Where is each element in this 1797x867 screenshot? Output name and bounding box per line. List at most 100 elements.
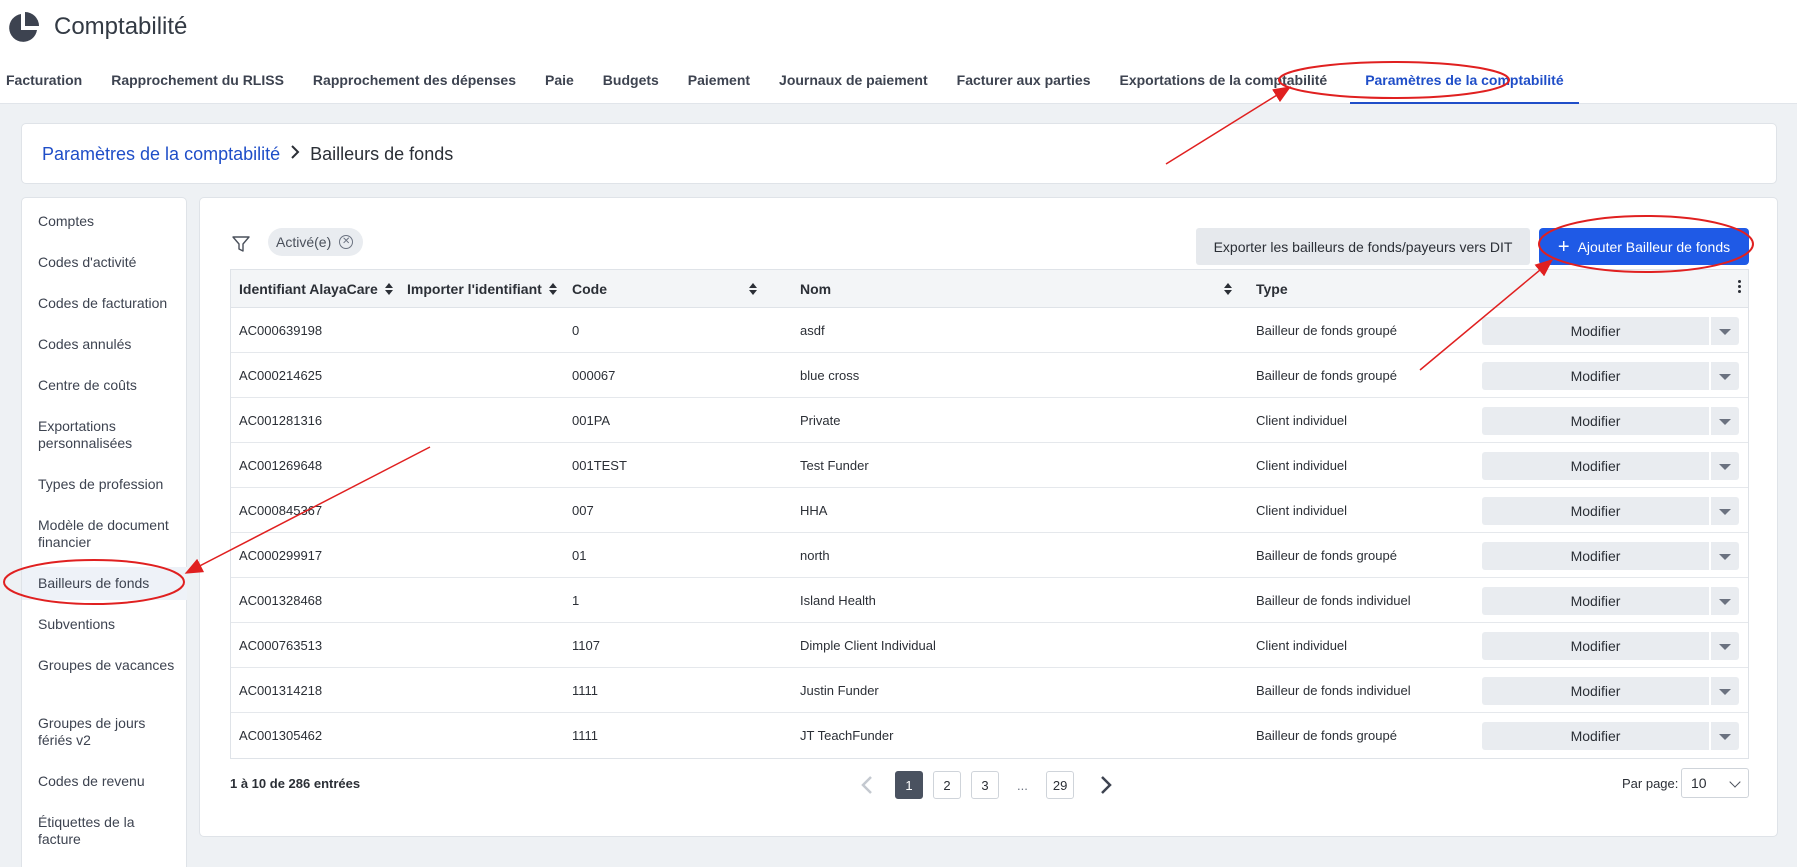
pie-chart-icon: [9, 12, 39, 42]
pagination: 1 2 3 ... 29: [855, 771, 1118, 799]
modify-button[interactable]: Modifier: [1482, 317, 1709, 345]
tab-paiement[interactable]: Paiement: [682, 70, 765, 104]
cell-code: 1107: [572, 638, 600, 653]
funders-table: Identifiant AlayaCare Importer l'identif…: [230, 269, 1749, 759]
tab-rapprochement-depenses[interactable]: Rapprochement des dépenses: [307, 70, 531, 104]
sidebar-item-codes-revenu[interactable]: Codes de revenu: [38, 773, 178, 790]
table-row: AC000845367 007 HHA Client individuel Modifi…: [231, 488, 1748, 533]
tab-paie[interactable]: Paie: [539, 70, 589, 104]
filter-icon[interactable]: [232, 235, 250, 253]
caret-down-icon[interactable]: [1711, 362, 1739, 390]
modify-button[interactable]: Modifier: [1482, 452, 1709, 480]
cell-nom: Justin Funder: [800, 683, 879, 698]
cell-alayacare-id: AC000763513: [239, 638, 323, 653]
column-options-icon[interactable]: [1738, 280, 1742, 296]
breadcrumb-card: Paramètres de la comptabilité Bailleurs …: [21, 123, 1777, 184]
cell-nom: Private: [800, 413, 841, 428]
cell-alayacare-id: AC000214625: [239, 368, 323, 383]
sidebar-item-comptes[interactable]: Comptes: [38, 213, 178, 230]
cell-type: Bailleur de fonds individuel: [1256, 683, 1411, 698]
cell-alayacare-id: AC000639198: [239, 323, 323, 338]
page-button[interactable]: 1: [895, 771, 923, 799]
caret-down-icon[interactable]: [1711, 497, 1739, 525]
page-button[interactable]: 29: [1045, 771, 1075, 799]
sidebar-item-codes-annules[interactable]: Codes annulés: [38, 336, 178, 353]
cell-alayacare-id: AC001314218: [239, 683, 323, 698]
cell-alayacare-id: AC001305462: [239, 728, 323, 743]
caret-down-icon[interactable]: [1711, 632, 1739, 660]
sidebar-item-codes-activite[interactable]: Codes d'activité: [38, 254, 178, 271]
caret-down-icon[interactable]: [1711, 587, 1739, 615]
chevron-left-icon[interactable]: [855, 771, 879, 799]
row-action-group: Modifier: [1482, 632, 1739, 660]
cell-nom: Test Funder: [800, 458, 869, 473]
cell-type: Client individuel: [1256, 413, 1348, 428]
cell-type: Bailleur de fonds individuel: [1256, 593, 1411, 608]
cell-alayacare-id: AC001269648: [239, 458, 323, 473]
sidebar-item-modele-document[interactable]: Modèle de document financier: [38, 517, 178, 551]
row-action-group: Modifier: [1482, 362, 1739, 390]
tab-budgets[interactable]: Budgets: [597, 70, 674, 104]
column-header-alayacare-id[interactable]: Identifiant AlayaCare: [239, 281, 393, 297]
cell-nom: Island Health: [800, 593, 876, 608]
tab-exportations-comptabilite[interactable]: Exportations de la comptabilité: [1113, 70, 1342, 104]
sidebar-item-subventions[interactable]: Subventions: [38, 616, 178, 633]
page-button[interactable]: 2: [933, 771, 961, 799]
per-page-value: 10: [1691, 775, 1707, 791]
sidebar-item-bailleurs-de-fonds[interactable]: Bailleurs de fonds: [22, 567, 187, 600]
modify-button[interactable]: Modifier: [1482, 632, 1709, 660]
sidebar-item-types-profession[interactable]: Types de profession: [38, 476, 178, 493]
cell-code: 001TEST: [572, 458, 627, 473]
tab-journaux-paiement[interactable]: Journaux de paiement: [773, 70, 943, 104]
column-header-code[interactable]: Code: [572, 281, 757, 297]
per-page-label: Par page:: [1622, 776, 1679, 791]
close-circle-icon[interactable]: ✕: [339, 235, 354, 249]
caret-down-icon[interactable]: [1711, 722, 1739, 750]
caret-down-icon[interactable]: [1711, 452, 1739, 480]
sort-icon: [548, 283, 557, 295]
cell-type: Bailleur de fonds groupé: [1256, 368, 1397, 383]
modify-button[interactable]: Modifier: [1482, 407, 1709, 435]
column-header-nom[interactable]: Nom: [800, 281, 1232, 297]
cell-code: 01: [572, 548, 587, 563]
column-header-import-id[interactable]: Importer l'identifiant: [407, 281, 557, 297]
modify-button[interactable]: Modifier: [1482, 677, 1709, 705]
modify-button[interactable]: Modifier: [1482, 362, 1709, 390]
per-page-select[interactable]: 10: [1681, 768, 1749, 798]
tab-facturation[interactable]: Facturation: [0, 70, 97, 104]
sidebar-item-codes-facturation[interactable]: Codes de facturation: [38, 295, 178, 312]
breadcrumb-parent-link[interactable]: Paramètres de la comptabilité: [42, 144, 280, 165]
table-row: AC000763513 1107 Dimple Client Individual C…: [231, 623, 1748, 668]
export-funders-button[interactable]: Exporter les bailleurs de fonds/payeurs …: [1196, 228, 1530, 265]
cell-nom: asdf: [800, 323, 825, 338]
tab-parametres-comptabilite[interactable]: Paramètres de la comptabilité: [1350, 70, 1579, 104]
caret-down-icon[interactable]: [1711, 677, 1739, 705]
sidebar-item-etiquettes-facture[interactable]: Étiquettes de la facture: [38, 814, 178, 848]
main-nav: Facturation Rapprochement du RLISS Rappr…: [0, 70, 1587, 104]
sidebar-item-groupes-jours-feries[interactable]: Groupes de jours fériés v2: [38, 715, 178, 749]
cell-type: Bailleur de fonds groupé: [1256, 323, 1397, 338]
caret-down-icon[interactable]: [1711, 542, 1739, 570]
page-button[interactable]: 3: [971, 771, 999, 799]
sidebar-item-centre-couts[interactable]: Centre de coûts: [38, 377, 178, 394]
row-action-group: Modifier: [1482, 407, 1739, 435]
cell-nom: HHA: [800, 503, 828, 518]
sidebar-item-exportations-personnalisees[interactable]: Exportations personnalisées: [38, 418, 178, 452]
modify-button[interactable]: Modifier: [1482, 587, 1709, 615]
tab-rapprochement-rliss[interactable]: Rapprochement du RLISS: [105, 70, 299, 104]
sidebar-item-groupes-vacances[interactable]: Groupes de vacances: [38, 657, 178, 674]
chevron-right-icon: [290, 145, 300, 164]
caret-down-icon[interactable]: [1711, 407, 1739, 435]
cell-type: Client individuel: [1256, 638, 1348, 653]
table-body: AC000639198 0 asdf Bailleur de fonds groupé…: [231, 308, 1748, 758]
modify-button[interactable]: Modifier: [1482, 497, 1709, 525]
cell-nom: north: [800, 548, 830, 563]
modify-button[interactable]: Modifier: [1482, 542, 1709, 570]
caret-down-icon[interactable]: [1711, 317, 1739, 345]
table-row: AC000214625 000067 blue cross Bailleur de f…: [231, 353, 1748, 398]
add-funder-button[interactable]: + Ajouter Bailleur de fonds: [1539, 228, 1749, 265]
chevron-right-icon[interactable]: [1094, 771, 1118, 799]
modify-button[interactable]: Modifier: [1482, 722, 1709, 750]
tab-facturer-parties[interactable]: Facturer aux parties: [951, 70, 1106, 104]
row-action-group: Modifier: [1482, 722, 1739, 750]
